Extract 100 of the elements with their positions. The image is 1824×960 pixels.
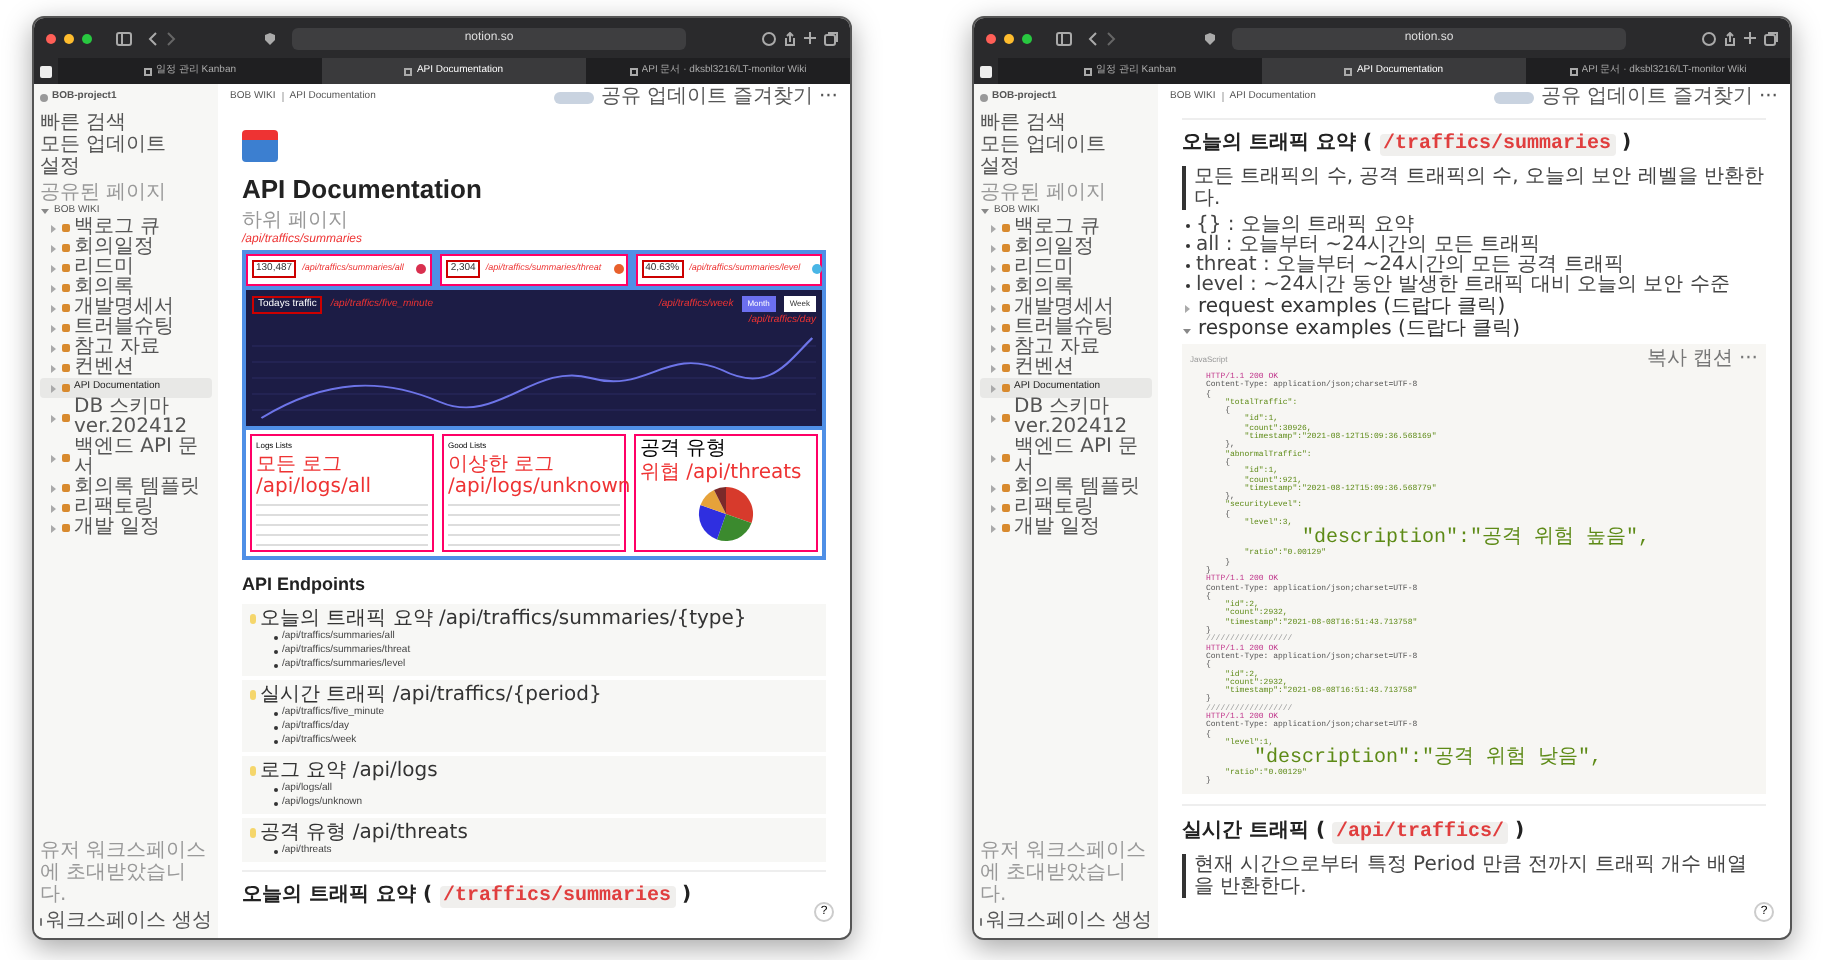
code-toolbar-button[interactable]: 캡션 bbox=[1692, 350, 1733, 370]
tabs-icon[interactable] bbox=[824, 31, 838, 45]
toolbar-button[interactable]: 즐겨찾기 bbox=[1672, 87, 1753, 107]
tree-item[interactable]: 개발명세서 bbox=[980, 298, 1152, 318]
sidebar-icon[interactable] bbox=[116, 31, 132, 45]
nav-item[interactable]: 빠른 검색 bbox=[980, 111, 1067, 133]
caret-icon[interactable] bbox=[48, 303, 58, 313]
tree-item[interactable]: 트러블슈팅 bbox=[980, 318, 1152, 338]
page-subtitle: 하위 페이지 bbox=[242, 209, 349, 231]
back-icon[interactable] bbox=[148, 31, 158, 45]
tree-item[interactable]: 회의록 템플릿 bbox=[40, 478, 212, 498]
shield-icon[interactable] bbox=[1204, 31, 1216, 45]
caret-icon[interactable] bbox=[48, 263, 58, 273]
tree-item[interactable]: 회의일정 bbox=[980, 238, 1152, 258]
tree-item[interactable]: 개발 일정 bbox=[980, 518, 1152, 538]
tabs-icon[interactable] bbox=[1764, 31, 1778, 45]
caret-icon[interactable] bbox=[48, 483, 58, 493]
tree-item[interactable]: 컨벤션 bbox=[40, 358, 212, 378]
toolbar-button[interactable]: ··· bbox=[1758, 87, 1778, 107]
caret-icon[interactable] bbox=[988, 523, 998, 533]
caret-icon[interactable] bbox=[988, 263, 998, 273]
toolbar-button[interactable]: ··· bbox=[818, 87, 838, 107]
page-icon bbox=[62, 224, 70, 232]
tree-item[interactable]: 트러블슈팅 bbox=[40, 318, 212, 338]
caret-icon[interactable] bbox=[48, 453, 58, 463]
caret-icon[interactable] bbox=[988, 283, 998, 293]
tree-item[interactable]: 백로그 큐 bbox=[980, 218, 1152, 238]
caret-icon[interactable] bbox=[988, 503, 998, 513]
tree-item[interactable]: 컨벤션 bbox=[980, 358, 1152, 378]
tree-item[interactable]: 참고 자료 bbox=[40, 338, 212, 358]
caret-icon[interactable] bbox=[988, 303, 998, 313]
tree-item[interactable]: DB 스키마 ver.202412 bbox=[980, 398, 1152, 438]
caret-icon[interactable] bbox=[48, 283, 58, 293]
nav-item[interactable]: 모든 업데이트 bbox=[980, 133, 1107, 155]
tree-item[interactable]: 리드미 bbox=[980, 258, 1152, 278]
tree-item[interactable]: 참고 자료 bbox=[980, 338, 1152, 358]
nav-item[interactable]: 빠른 검색 bbox=[40, 111, 127, 133]
caret-icon[interactable] bbox=[988, 483, 998, 493]
toggle-label[interactable]: response examples (드랍다 클릭) bbox=[1198, 320, 1521, 340]
notion-logo-icon[interactable] bbox=[40, 65, 52, 77]
caret-icon[interactable] bbox=[48, 243, 58, 253]
caret-icon[interactable] bbox=[48, 523, 58, 533]
caret-icon[interactable] bbox=[988, 223, 998, 233]
tree-item[interactable]: DB 스키마 ver.202412 bbox=[40, 398, 212, 438]
caret-icon[interactable] bbox=[48, 413, 58, 423]
sidebar-note: 유저 워크스페이스에 초대받았습니다. bbox=[980, 840, 1149, 906]
caret-icon[interactable] bbox=[988, 383, 998, 393]
toolbar-button[interactable]: 업데이트 bbox=[1586, 87, 1667, 107]
new-workspace-link[interactable]: 워크스페이스 생성 bbox=[985, 910, 1152, 932]
caret-icon[interactable] bbox=[48, 343, 58, 353]
caret-icon[interactable] bbox=[1182, 303, 1192, 313]
lightbulb-icon bbox=[250, 766, 256, 776]
caret-icon[interactable] bbox=[988, 453, 998, 463]
tree-item[interactable]: 리드미 bbox=[40, 258, 212, 278]
caret-icon[interactable] bbox=[48, 323, 58, 333]
toolbar-button[interactable]: 업데이트 bbox=[646, 87, 727, 107]
caret-icon[interactable] bbox=[48, 223, 58, 233]
tree-item[interactable]: 회의록 bbox=[40, 278, 212, 298]
toolbar-button[interactable]: 공유 bbox=[600, 87, 641, 107]
caret-icon[interactable] bbox=[48, 363, 58, 373]
caret-icon[interactable] bbox=[48, 503, 58, 513]
caret-icon[interactable] bbox=[980, 205, 990, 216]
sidebar-note: 유저 워크스페이스에 초대받았습니다. bbox=[40, 840, 209, 906]
caret-icon[interactable] bbox=[988, 323, 998, 333]
page-icon bbox=[1002, 414, 1010, 422]
tree-item[interactable]: 개발 일정 bbox=[40, 518, 212, 538]
tree-item[interactable]: 백엔드 API 문서 bbox=[40, 438, 212, 478]
tree-item[interactable]: 개발명세서 bbox=[40, 298, 212, 318]
caret-icon[interactable] bbox=[988, 363, 998, 373]
tree-item[interactable]: 리팩토링 bbox=[40, 498, 212, 518]
plus-icon[interactable] bbox=[1744, 32, 1756, 44]
toolbar-button[interactable]: 즐겨찾기 bbox=[732, 87, 813, 107]
sidebar-icon[interactable] bbox=[1056, 31, 1072, 45]
toggle-label[interactable]: request examples (드랍다 클릭) bbox=[1198, 298, 1506, 318]
nav-item[interactable]: 모든 업데이트 bbox=[40, 133, 167, 155]
tree-item[interactable]: 회의일정 bbox=[40, 238, 212, 258]
caret-icon[interactable] bbox=[48, 383, 58, 393]
shield-icon[interactable] bbox=[264, 31, 276, 45]
nav-item[interactable]: 설정 bbox=[980, 155, 1020, 177]
back-icon[interactable] bbox=[1088, 31, 1098, 45]
caret-icon[interactable] bbox=[988, 243, 998, 253]
code-toolbar-button[interactable]: 복사 bbox=[1646, 350, 1687, 370]
share-icon[interactable] bbox=[784, 31, 796, 45]
nav-item[interactable]: 설정 bbox=[40, 155, 80, 177]
caret-icon[interactable] bbox=[1182, 325, 1192, 335]
tree-item[interactable]: 리팩토링 bbox=[980, 498, 1152, 518]
new-workspace-link[interactable]: 워크스페이스 생성 bbox=[45, 910, 212, 932]
tree-item[interactable]: 회의록 템플릿 bbox=[980, 478, 1152, 498]
caret-icon[interactable] bbox=[988, 413, 998, 423]
code-toolbar-button[interactable]: ··· bbox=[1738, 350, 1758, 370]
plus-icon[interactable] bbox=[804, 32, 816, 44]
toolbar-button[interactable]: 공유 bbox=[1540, 87, 1581, 107]
share-icon[interactable] bbox=[1724, 31, 1736, 45]
callout-title: 로그 요약 /api/logs bbox=[260, 760, 438, 782]
tree-item[interactable]: 백로그 큐 bbox=[40, 218, 212, 238]
tree-item[interactable]: 백엔드 API 문서 bbox=[980, 438, 1152, 478]
caret-icon[interactable] bbox=[988, 343, 998, 353]
caret-icon[interactable] bbox=[40, 205, 50, 216]
notion-logo-icon[interactable] bbox=[980, 65, 992, 77]
tree-item[interactable]: 회의록 bbox=[980, 278, 1152, 298]
